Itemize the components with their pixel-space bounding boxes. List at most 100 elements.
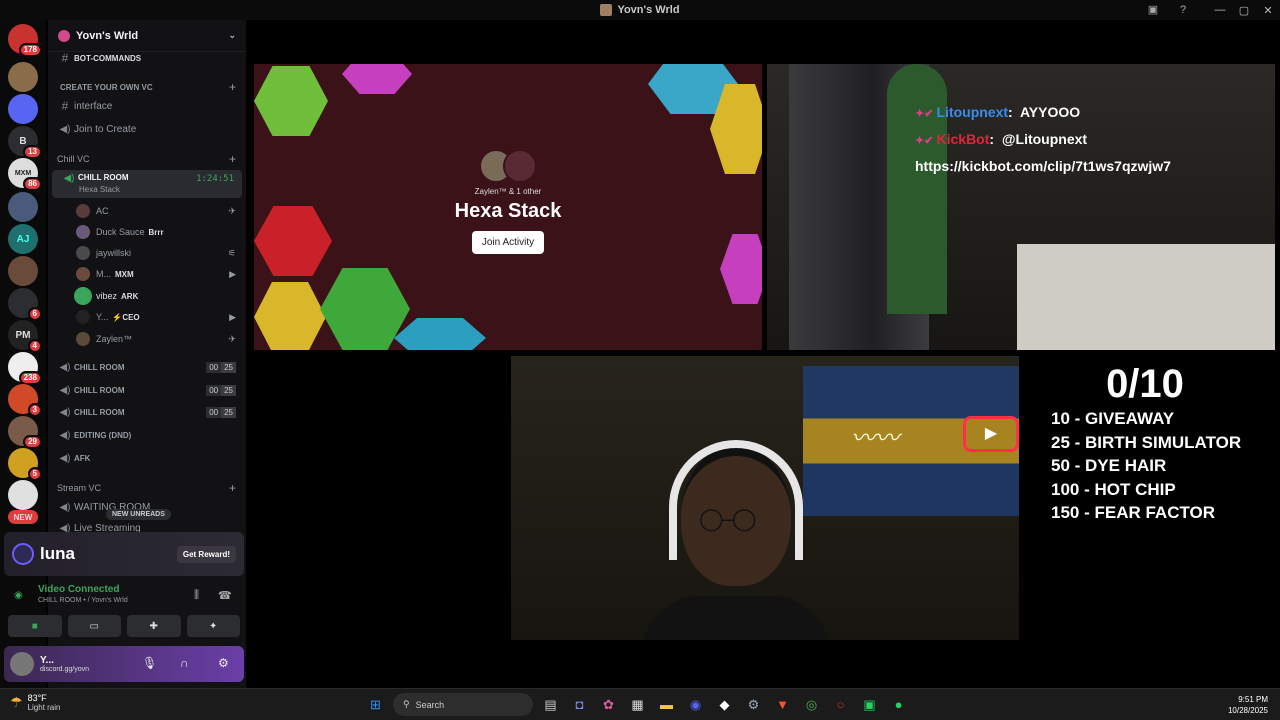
badge-icons: ✦✔	[915, 135, 937, 147]
avatar	[503, 149, 537, 183]
voice-member[interactable]: Duck Sauce Brrr	[48, 222, 246, 242]
channel-label: AFK	[74, 453, 91, 463]
category-create-vc[interactable]: CREATE YOUR OWN VC +	[48, 77, 246, 97]
discord-icon[interactable]: ◉	[684, 693, 707, 716]
inbox-icon[interactable]: ▣	[1146, 3, 1160, 17]
channel-chill-room[interactable]: ◀) CHILL ROOM 00 25	[48, 402, 246, 422]
get-reward-button[interactable]: Get Reward!	[176, 545, 236, 563]
member-tag: Brrr	[148, 227, 164, 237]
server-icon-15[interactable]	[8, 480, 38, 510]
server-icon-3[interactable]	[8, 94, 38, 124]
channel-bot-commands[interactable]: # BOT-COMMANDS	[48, 48, 246, 68]
channel-afk[interactable]: ◀) AFK	[48, 448, 246, 468]
activity-tile[interactable]: Zaylen™ & 1 other Hexa Stack Join Activi…	[254, 64, 762, 350]
badge: 29	[23, 435, 42, 449]
rocket-icon: ✈	[228, 333, 236, 344]
server-icon-2[interactable]	[8, 62, 38, 92]
new-servers-pill[interactable]: NEW	[8, 510, 38, 524]
copilot-icon[interactable]: ✿	[597, 693, 620, 716]
settings-gear-icon[interactable]: ⚙	[218, 656, 229, 670]
username: Y...	[40, 655, 54, 666]
voice-member[interactable]: M... MXM ▶	[48, 264, 246, 284]
add-channel-icon[interactable]: +	[229, 152, 236, 166]
opera-icon[interactable]: ○	[829, 693, 852, 716]
server-icon-11[interactable]: 238	[8, 352, 42, 385]
activity-info: Zaylen™ & 1 other Hexa Stack Join Activi…	[254, 149, 762, 254]
teams-icon[interactable]: ◘	[568, 693, 591, 716]
speaker-icon: ◀)	[59, 384, 71, 396]
channel-join-to-create[interactable]: ◀) Join to Create	[48, 119, 246, 139]
channel-interface[interactable]: # interface	[48, 96, 246, 116]
system-clock[interactable]: 9:51 PM 10/28/2025	[1228, 694, 1268, 716]
taskbar-apps: ⊞ ⚲ Search ▤ ◘ ✿ ▦ ▬ ◉ ◆ ⚙ ▼ ◎ ○ ▣ ●	[364, 693, 910, 716]
avatar	[76, 267, 90, 281]
voice-member[interactable]: Zaylen™ ✈	[48, 329, 246, 349]
channel-chill-room-active[interactable]: ◀) CHILL ROOM 1:24:51 Hexa Stack	[52, 170, 242, 198]
headphones-icon	[669, 440, 803, 560]
server-icon-7[interactable]: AJ	[8, 224, 38, 254]
video-button[interactable]: ■	[8, 615, 62, 637]
hex-tile	[342, 64, 412, 94]
microphone-icon[interactable]: 🎙	[142, 656, 157, 670]
add-channel-icon[interactable]: +	[229, 481, 236, 495]
store-icon[interactable]: ▦	[626, 693, 649, 716]
server-icon-9[interactable]: 6	[8, 288, 42, 321]
start-icon[interactable]: ⊞	[364, 693, 387, 716]
weather-widget[interactable]: ☂ 83°F Light rain	[10, 693, 60, 712]
task-view-icon[interactable]: ▤	[539, 693, 562, 716]
activities-button[interactable]: ✚	[127, 615, 181, 637]
chevron-down-icon[interactable]: ⌄	[228, 30, 236, 41]
badge: 13	[23, 145, 42, 159]
voice-member[interactable]: Y... ⚡CEO ▶	[48, 307, 246, 327]
avatar	[76, 225, 90, 239]
server-icon-13[interactable]: 29	[8, 416, 42, 449]
server-icon-1[interactable]: 178	[8, 24, 42, 57]
disconnect-icon[interactable]: ☎	[218, 589, 232, 602]
maximize-icon[interactable]: ▢	[1232, 4, 1256, 17]
help-icon[interactable]: ?	[1176, 3, 1190, 17]
video-tile-streamer[interactable]: 〰〰 ▶ ◯‒◯	[511, 356, 1019, 640]
server-icon-6[interactable]	[8, 192, 38, 222]
avatar[interactable]	[10, 652, 34, 676]
noise-suppression-icon[interactable]: ⫼	[194, 589, 199, 602]
goal-item: 100 - HOT CHIP	[1051, 479, 1176, 499]
channel-editing[interactable]: ◀) EDITING (DND)	[48, 425, 246, 445]
channel-chill-room[interactable]: ◀) CHILL ROOM 00 25	[48, 380, 246, 400]
speaker-icon: ◀)	[59, 123, 71, 135]
file-explorer-icon[interactable]: ▬	[655, 693, 678, 716]
category-chill-vc[interactable]: Chill VC +	[48, 149, 246, 169]
channel-label: EDITING (DND)	[74, 430, 132, 440]
voice-location[interactable]: CHILL ROOM • / Yovn's Wrld	[38, 597, 238, 604]
voice-member[interactable]: vibez ARK	[48, 286, 246, 306]
server-icon-14[interactable]: 5	[8, 448, 42, 481]
server-icon-10[interactable]: PM 4	[8, 320, 42, 353]
headphones-icon[interactable]: ∩	[180, 656, 189, 670]
channel-chill-room[interactable]: ◀) CHILL ROOM 00 25	[48, 357, 246, 377]
voice-member[interactable]: jaywillski ⚟	[48, 243, 246, 263]
add-channel-icon[interactable]: +	[229, 80, 236, 94]
app-icon[interactable]: ▣	[858, 693, 881, 716]
minimize-icon[interactable]: —	[1208, 4, 1232, 16]
close-icon[interactable]: ✕	[1256, 4, 1280, 17]
speaker-icon: ◀)	[59, 452, 71, 464]
voice-connected-label[interactable]: Video Connected	[38, 584, 238, 595]
spotify-icon[interactable]: ●	[887, 693, 910, 716]
chrome-icon[interactable]: ◎	[800, 693, 823, 716]
server-icon-5[interactable]: MXM 86	[8, 158, 42, 191]
taskbar-search[interactable]: ⚲ Search	[393, 693, 533, 716]
join-activity-button[interactable]: Join Activity	[471, 231, 545, 254]
voice-member[interactable]: AC ✈	[48, 201, 246, 221]
server-icon-4[interactable]: B 13	[8, 126, 42, 159]
video-tile-room[interactable]: ✦✔ Litoupnext: AYYOOO ✦✔ KickBot: @Litou…	[767, 64, 1275, 350]
server-icon-8[interactable]	[8, 256, 38, 286]
soundboard-button[interactable]: ✦	[186, 615, 240, 637]
brave-icon[interactable]: ▼	[771, 693, 794, 716]
davinci-icon[interactable]: ◆	[713, 693, 736, 716]
screen-share-button[interactable]: ▭	[67, 615, 121, 637]
new-unreads-pill[interactable]: NEW UNREADS	[106, 509, 171, 520]
user-info[interactable]: Y... discord.gg/yovn	[40, 655, 89, 673]
category-stream-vc[interactable]: Stream VC +	[48, 478, 246, 498]
window-title: Yovn's Wrld	[600, 4, 680, 16]
steam-icon[interactable]: ⚙	[742, 693, 765, 716]
server-icon-12[interactable]: 3	[8, 384, 42, 417]
